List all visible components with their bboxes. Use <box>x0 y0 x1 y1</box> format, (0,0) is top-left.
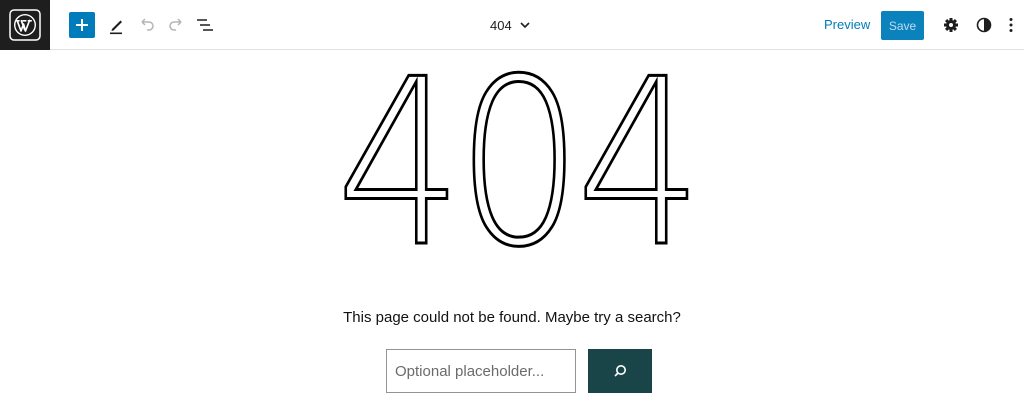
error-heading-text: 404 <box>336 43 696 263</box>
redo-button[interactable] <box>164 13 188 37</box>
half-circle-icon <box>976 17 992 33</box>
gear-icon <box>944 18 958 32</box>
options-button[interactable] <box>1002 13 1020 37</box>
styles-button[interactable] <box>972 13 996 37</box>
settings-button[interactable] <box>939 13 963 37</box>
search-icon <box>614 365 626 377</box>
editor-canvas: 404 This page could not be found. Maybe … <box>0 43 1024 406</box>
document-title-dropdown[interactable]: 404 <box>490 14 532 36</box>
add-block-button[interactable] <box>69 12 95 38</box>
search-input[interactable] <box>386 349 576 393</box>
redo-icon <box>169 18 182 31</box>
error-heading-graphic: 404 <box>335 43 706 263</box>
preview-button[interactable]: Preview <box>824 15 870 35</box>
document-title: 404 <box>490 17 512 33</box>
list-view-icon <box>197 19 213 31</box>
not-found-message: This page could not be found. Maybe try … <box>343 309 681 326</box>
tools-button[interactable] <box>104 13 128 37</box>
undo-button[interactable] <box>135 13 159 37</box>
wordpress-logo-icon <box>9 9 41 41</box>
undo-icon <box>141 18 154 31</box>
save-button[interactable]: Save <box>881 11 924 40</box>
plus-icon <box>76 19 88 31</box>
error-heading[interactable]: 404 <box>0 43 1024 263</box>
pencil-icon <box>110 20 122 35</box>
more-vertical-icon <box>1009 18 1013 32</box>
chevron-down-icon <box>520 22 530 29</box>
list-view-button[interactable] <box>193 13 217 37</box>
search-button[interactable] <box>588 349 652 393</box>
